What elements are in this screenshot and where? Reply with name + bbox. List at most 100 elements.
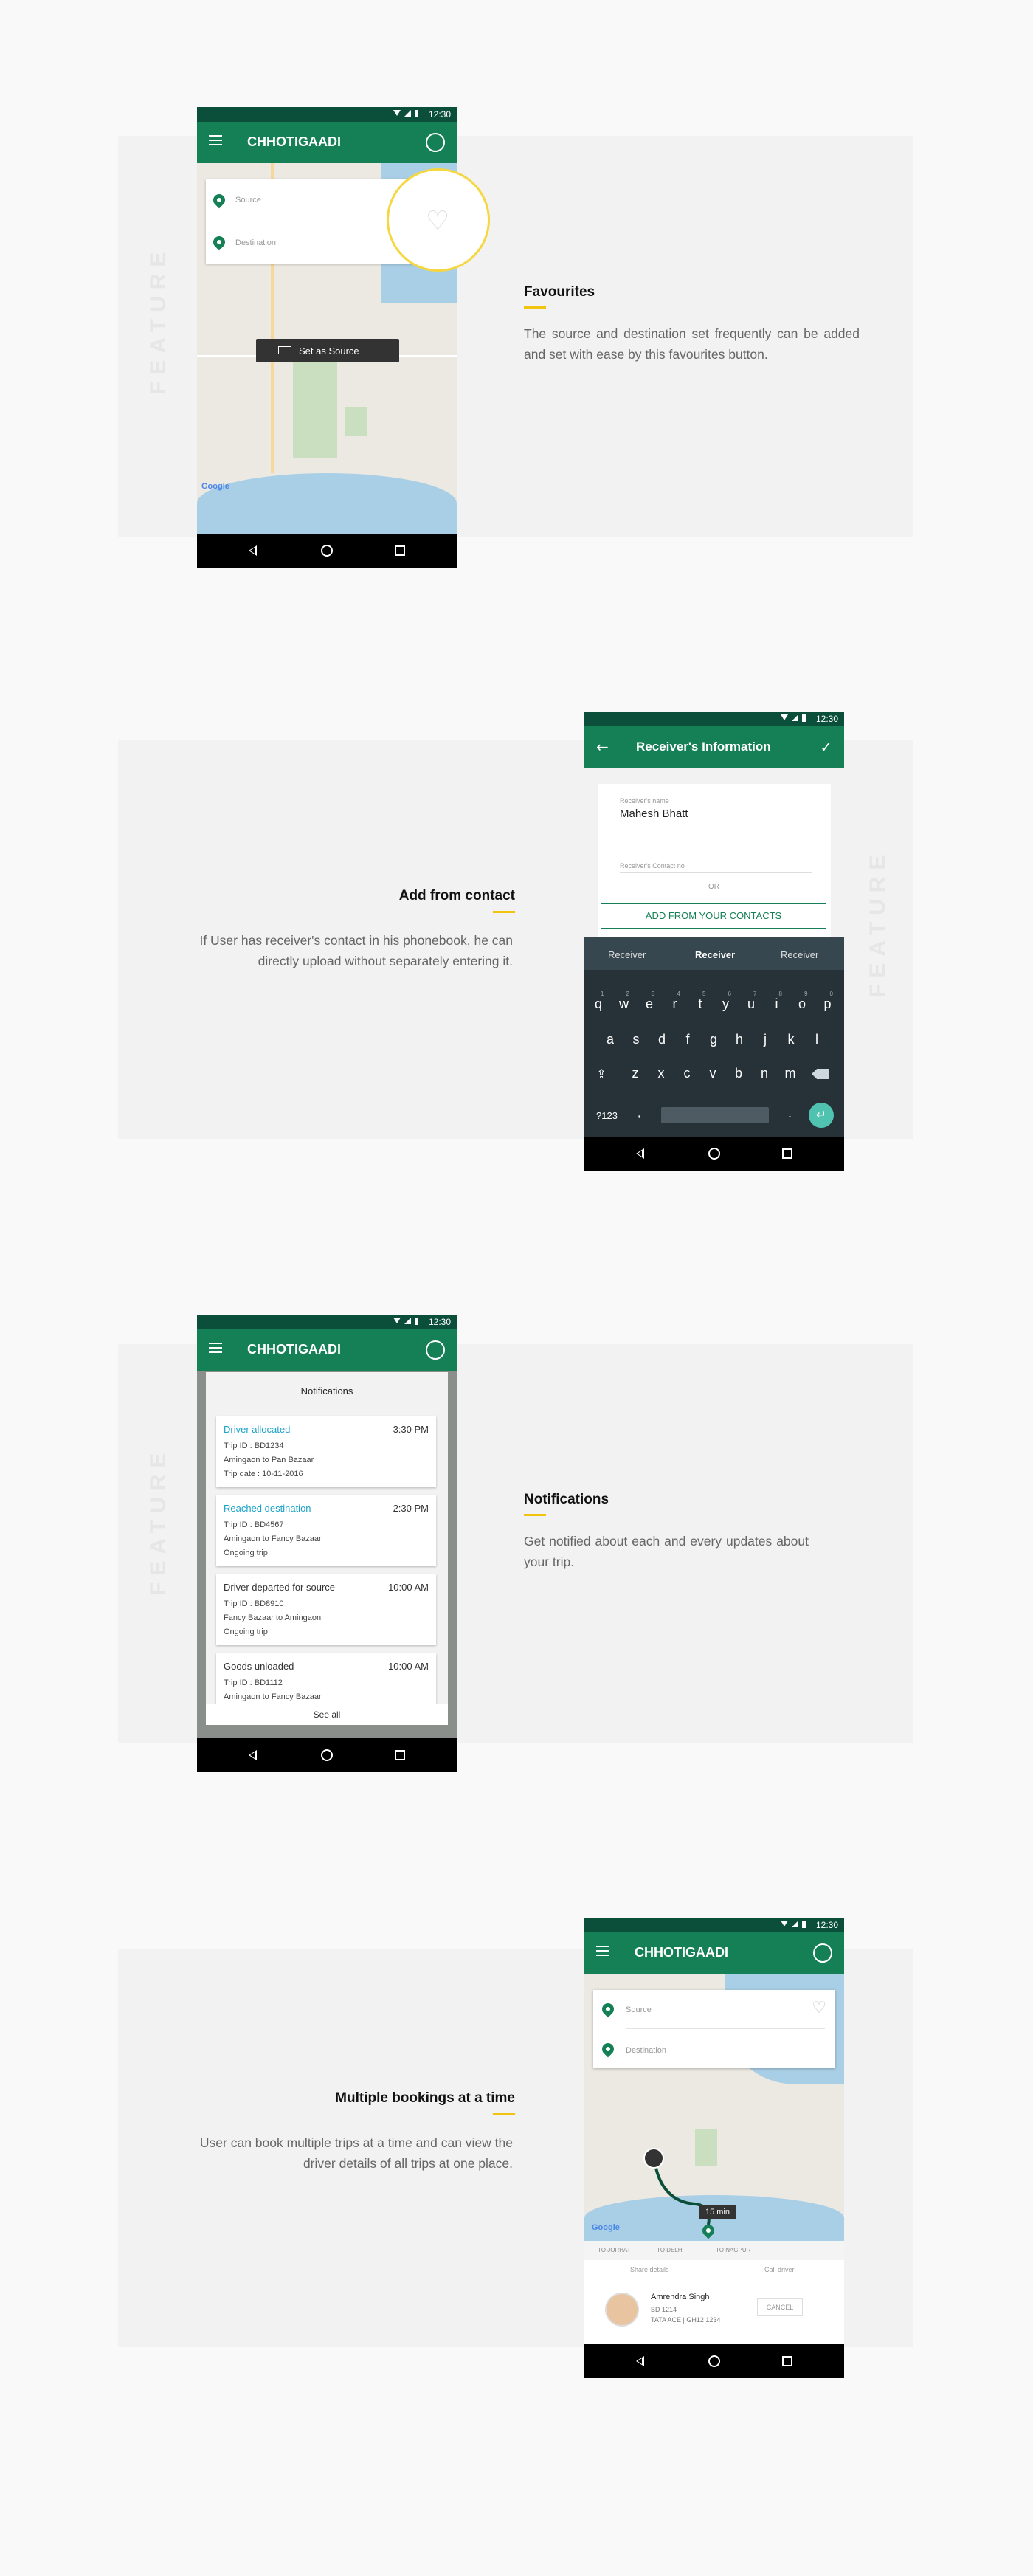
system-nav-bar [197, 534, 457, 568]
receiver-form: Receiver's name Mahesh Bhatt Receiver's … [598, 784, 831, 961]
trip-tab-3[interactable]: TO NAGPUR [716, 2247, 750, 2253]
key-o[interactable]: o [791, 996, 813, 1012]
status-icons [781, 1921, 806, 1928]
trip-tab-2[interactable]: TO DELHI [657, 2247, 684, 2253]
notification-bell-icon[interactable] [426, 133, 445, 152]
nav-home-icon[interactable] [708, 1148, 720, 1160]
menu-icon[interactable] [209, 135, 222, 145]
key-g[interactable]: g [702, 1032, 725, 1047]
key-number-hint: 8 [778, 991, 782, 997]
set-source-tooltip[interactable]: Set as Source [256, 339, 399, 362]
menu-icon[interactable] [596, 1946, 609, 1956]
key-r[interactable]: r [664, 996, 686, 1012]
enter-key-icon[interactable]: ↵ [809, 1103, 834, 1128]
nav-recent-icon[interactable] [395, 1750, 405, 1760]
check-icon[interactable]: ✓ [820, 738, 832, 756]
app-title: CHHOTIGAADI [247, 1342, 341, 1357]
destination-field[interactable]: Destination [626, 2046, 666, 2055]
key-j[interactable]: j [754, 1032, 776, 1047]
key-v[interactable]: v [702, 1066, 724, 1081]
key-number-hint: 4 [677, 991, 680, 997]
key-i[interactable]: i [766, 996, 788, 1012]
nav-back-icon[interactable] [249, 1750, 257, 1760]
nav-home-icon[interactable] [708, 2355, 720, 2367]
source-field[interactable]: Source [626, 2005, 652, 2014]
notification-bell-icon[interactable] [813, 1943, 832, 1963]
notification-item[interactable]: Goods unloaded 10:00 AM Trip ID : BD1112 Am… [216, 1653, 436, 1704]
nav-back-icon[interactable] [636, 1148, 644, 1159]
symbols-key[interactable]: ?123 [596, 1110, 618, 1121]
source-field[interactable]: Source [235, 196, 261, 204]
key-p[interactable]: p [817, 996, 839, 1012]
map-park [293, 348, 337, 458]
nav-recent-icon[interactable] [782, 1148, 792, 1159]
nav-home-icon[interactable] [321, 545, 333, 557]
call-driver-button[interactable]: Call driver [764, 2266, 795, 2273]
see-all-button[interactable]: See all [206, 1704, 448, 1725]
key-s[interactable]: s [625, 1032, 647, 1047]
key-f[interactable]: f [677, 1032, 699, 1047]
suggestion-right[interactable]: Receiver [781, 949, 818, 960]
app-bar: CHHOTIGAADI [197, 122, 457, 163]
backspace-key-icon[interactable] [812, 1069, 829, 1079]
comma-key[interactable]: , [638, 1107, 640, 1120]
nav-recent-icon[interactable] [782, 2356, 792, 2366]
key-y[interactable]: y [715, 996, 737, 1012]
key-e[interactable]: e [638, 996, 660, 1012]
notification-bell-icon[interactable] [426, 1340, 445, 1360]
notification-detail: Trip ID : BD1112 [224, 1678, 283, 1687]
key-number-hint: 1 [601, 991, 604, 997]
key-k[interactable]: k [780, 1032, 802, 1047]
notification-detail: Trip ID : BD4567 [224, 1521, 284, 1529]
menu-icon[interactable] [209, 1343, 222, 1353]
receiver-contact-field[interactable]: Receiver's Contact no [620, 862, 685, 869]
trip-tab-1[interactable]: TO JORHAT [598, 2247, 631, 2253]
key-h[interactable]: h [728, 1032, 750, 1047]
key-n[interactable]: n [753, 1066, 775, 1081]
nav-back-icon[interactable] [636, 2356, 644, 2366]
period-key[interactable]: . [788, 1106, 792, 1121]
key-x[interactable]: x [650, 1066, 672, 1081]
nav-back-icon[interactable] [249, 545, 257, 556]
nav-home-icon[interactable] [321, 1749, 333, 1761]
key-w[interactable]: w [613, 996, 635, 1012]
status-icons [781, 714, 806, 722]
key-t[interactable]: t [689, 996, 711, 1012]
driver-name: Amrendra Singh [651, 2293, 710, 2301]
key-q[interactable]: q [587, 996, 609, 1012]
destination-field[interactable]: Destination [235, 238, 276, 247]
notification-detail: Amingaon to Pan Bazaar [224, 1456, 314, 1464]
heart-icon[interactable]: ♡ [812, 1999, 826, 2017]
key-m[interactable]: m [779, 1066, 801, 1081]
key-b[interactable]: b [728, 1066, 750, 1081]
key-u[interactable]: u [740, 996, 762, 1012]
truck-marker-icon [643, 2148, 664, 2169]
key-d[interactable]: d [651, 1032, 673, 1047]
key-number-hint: 9 [804, 991, 808, 997]
notification-detail: Ongoing trip [224, 1549, 268, 1557]
notification-item[interactable]: Driver departed for source 10:00 AM Trip I… [216, 1574, 436, 1645]
suggestion-center[interactable]: Receiver [695, 949, 735, 960]
key-l[interactable]: l [806, 1032, 828, 1047]
notification-item[interactable]: Reached destination 2:30 PM Trip ID : BD45… [216, 1495, 436, 1566]
receiver-name-label: Receiver's name [620, 797, 669, 805]
key-number-hint: 5 [702, 991, 706, 997]
suggestion-left[interactable]: Receiver [608, 949, 646, 960]
key-a[interactable]: a [599, 1032, 621, 1047]
heading-underline [524, 306, 546, 309]
source-pin-icon [599, 2000, 617, 2018]
key-z[interactable]: z [624, 1066, 646, 1081]
back-arrow-icon[interactable]: ← [596, 738, 609, 756]
share-details-button[interactable]: Share details [630, 2266, 669, 2273]
vehicle-info: TATA ACE | GH12 1234 [651, 2316, 721, 2324]
notification-item[interactable]: Driver allocated 3:30 PM Trip ID : BD1234 A… [216, 1416, 436, 1487]
receiver-name-input[interactable]: Mahesh Bhatt [620, 807, 688, 820]
favourite-heart-highlight[interactable]: ♡ [387, 168, 490, 272]
space-key[interactable] [661, 1107, 769, 1123]
status-bar: 12:30 [197, 107, 457, 122]
shift-key-icon[interactable]: ⇪ [596, 1067, 607, 1082]
cancel-button[interactable]: CANCEL [757, 2298, 803, 2316]
add-from-contacts-button[interactable]: ADD FROM YOUR CONTACTS [601, 903, 826, 929]
nav-recent-icon[interactable] [395, 545, 405, 556]
key-c[interactable]: c [676, 1066, 698, 1081]
